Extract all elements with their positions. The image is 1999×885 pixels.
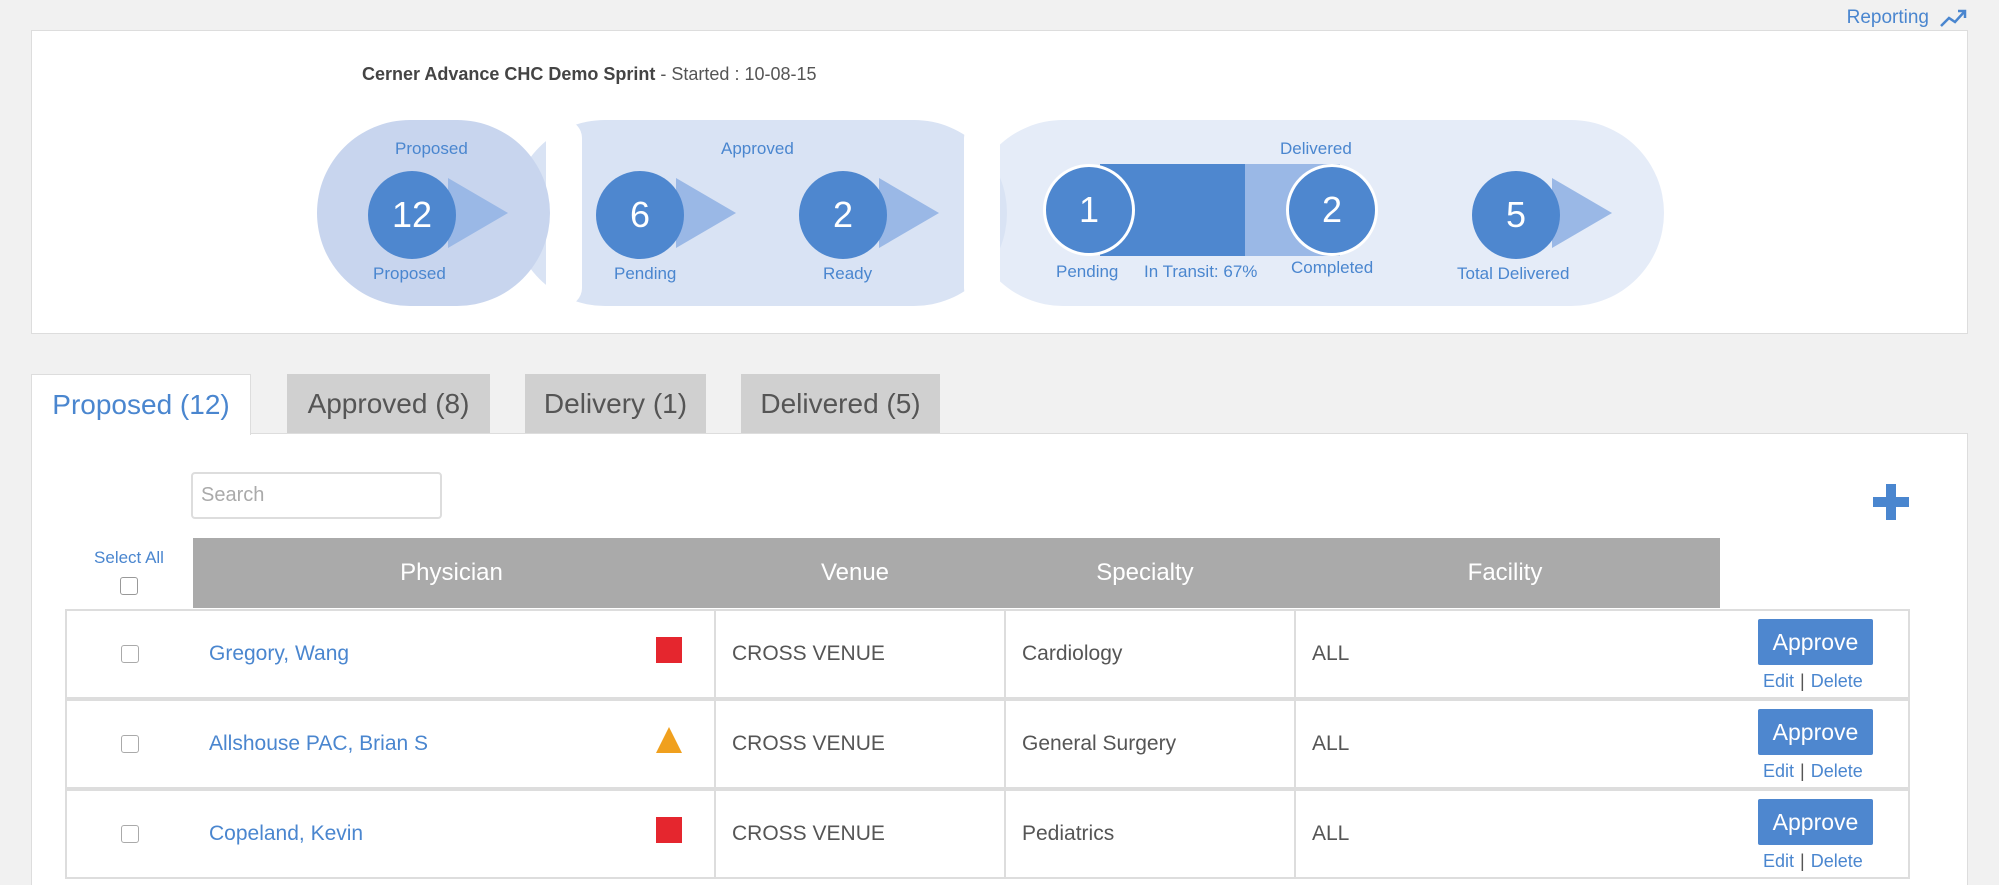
column-header-venue[interactable]: Venue [710, 538, 1000, 608]
sprint-name: Cerner Advance CHC Demo Sprint [362, 64, 656, 84]
edit-link[interactable]: Edit [1763, 851, 1794, 872]
column-header-specialty[interactable]: Specialty [1000, 538, 1290, 608]
column-header-facility[interactable]: Facility [1290, 538, 1720, 608]
link-separator: | [1800, 851, 1805, 871]
proposed-count-circle[interactable]: 12 [368, 171, 456, 259]
link-separator: | [1800, 671, 1805, 691]
facility-cell: ALL [1312, 822, 1350, 845]
facility-cell: ALL [1312, 642, 1350, 665]
proposed-arrow-icon [448, 178, 508, 248]
delete-link[interactable]: Delete [1811, 851, 1863, 872]
delivered-pending-label: Pending [1056, 262, 1119, 281]
physician-name-link[interactable]: Copeland, Kevin [209, 791, 363, 877]
tab-proposed[interactable]: Proposed (12) [31, 374, 251, 435]
physician-name-link[interactable]: Gregory, Wang [209, 611, 349, 697]
approved-ready-circle[interactable]: 2 [799, 171, 887, 259]
approved-pending-circle[interactable]: 6 [596, 171, 684, 259]
row-checkbox[interactable] [121, 735, 139, 753]
delivered-pending-circle[interactable]: 1 [1043, 164, 1135, 256]
venue-cell: CROSS VENUE [732, 642, 885, 665]
link-separator: | [1800, 761, 1805, 781]
proposed-stage-label: Proposed [395, 139, 468, 158]
column-divider [1294, 701, 1296, 787]
total-delivered-label: Total Delivered [1457, 264, 1570, 283]
red-flag-icon [656, 637, 682, 663]
facility-cell: ALL [1312, 732, 1350, 755]
row-actions: Edit | Delete [1763, 851, 1863, 872]
total-delivered-arrow-icon [1552, 178, 1612, 248]
delivered-completed-circle[interactable]: 2 [1286, 164, 1378, 256]
search-input[interactable] [191, 472, 442, 519]
physician-name-link[interactable]: Allshouse PAC, Brian S [209, 701, 428, 787]
table-row: Gregory, Wang CROSS VENUE Cardiology ALL… [65, 609, 1910, 699]
delete-link[interactable]: Delete [1811, 761, 1863, 782]
edit-link[interactable]: Edit [1763, 761, 1794, 782]
column-divider [714, 611, 716, 697]
column-header-physician[interactable]: Physician [193, 538, 710, 608]
delivered-stage-label: Delivered [1280, 139, 1352, 158]
column-divider [714, 701, 716, 787]
row-actions: Edit | Delete [1763, 671, 1863, 692]
venue-cell: CROSS VENUE [732, 732, 885, 755]
stage-separator [964, 120, 1000, 306]
approved-ready-arrow-icon [879, 178, 939, 248]
select-all-label: Select All [94, 548, 164, 567]
row-checkbox[interactable] [121, 645, 139, 663]
tab-approved[interactable]: Approved (8) [287, 374, 490, 434]
delete-link[interactable]: Delete [1811, 671, 1863, 692]
table-header: Physician Venue Specialty Facility [193, 538, 1720, 608]
in-transit-label: In Transit: 67% [1144, 262, 1258, 281]
approved-pending-label: Pending [614, 264, 677, 283]
column-divider [1294, 791, 1296, 877]
column-divider [1294, 611, 1296, 697]
column-divider [1004, 701, 1006, 787]
tab-delivered[interactable]: Delivered (5) [741, 374, 940, 434]
approve-button[interactable]: Approve [1758, 619, 1873, 665]
approved-ready-label: Ready [823, 264, 873, 283]
edit-link[interactable]: Edit [1763, 671, 1794, 692]
total-delivered-circle[interactable]: 5 [1472, 171, 1560, 259]
row-checkbox[interactable] [121, 825, 139, 843]
delivered-completed-label: Completed [1291, 258, 1374, 277]
sprint-title: Cerner Advance CHC Demo Sprint - Started… [362, 64, 817, 85]
specialty-cell: Pediatrics [1022, 822, 1115, 845]
sprint-started: - Started : 10-08-15 [655, 64, 817, 84]
approved-pending-arrow-icon [676, 178, 736, 248]
column-divider [1004, 791, 1006, 877]
trend-up-icon [1940, 9, 1967, 27]
tab-delivery[interactable]: Delivery (1) [525, 374, 706, 434]
warning-triangle-icon [656, 727, 682, 753]
select-all-checkbox[interactable] [120, 577, 138, 595]
specialty-cell: General Surgery [1022, 732, 1177, 755]
plus-icon[interactable] [1868, 480, 1916, 528]
column-divider [1004, 611, 1006, 697]
proposed-sub-label: Proposed [373, 264, 446, 283]
reporting-link[interactable]: Reporting [1847, 6, 1969, 30]
row-actions: Edit | Delete [1763, 761, 1863, 782]
reporting-label: Reporting [1846, 7, 1929, 28]
stage-separator [546, 120, 582, 306]
approved-stage-label: Approved [721, 139, 794, 158]
column-divider [714, 791, 716, 877]
table-row: Copeland, Kevin CROSS VENUE Pediatrics A… [65, 789, 1910, 879]
approve-button[interactable]: Approve [1758, 709, 1873, 755]
venue-cell: CROSS VENUE [732, 822, 885, 845]
table-row: Allshouse PAC, Brian S CROSS VENUE Gener… [65, 699, 1910, 789]
approve-button[interactable]: Approve [1758, 799, 1873, 845]
red-flag-icon [656, 817, 682, 843]
specialty-cell: Cardiology [1022, 642, 1123, 665]
